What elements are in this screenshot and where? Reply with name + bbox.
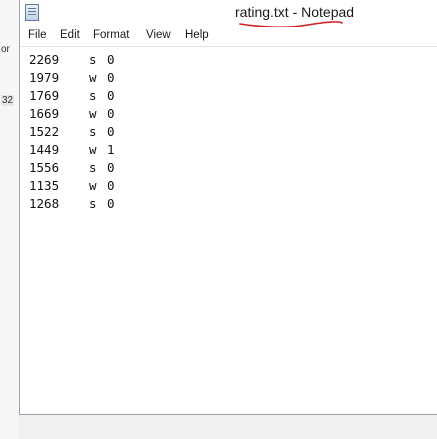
- rating-number: 1979: [29, 70, 60, 85]
- rating-number: 1522: [29, 124, 60, 139]
- rating-letter: s: [89, 52, 97, 67]
- rating-flag: 0: [107, 160, 115, 175]
- rating-number: 1449: [29, 142, 60, 157]
- rating-letter: w: [89, 178, 97, 193]
- rating-letter: s: [89, 196, 97, 211]
- rating-flag: 0: [107, 124, 115, 139]
- rating-number: 2269: [29, 52, 60, 67]
- rating-letter: s: [89, 88, 97, 103]
- rating-flag: 0: [107, 106, 115, 121]
- window-title: rating.txt - Notepad: [235, 4, 355, 20]
- rating-letter: w: [89, 142, 97, 157]
- menu-bar: File Edit Format View Help: [20, 27, 437, 47]
- rating-number: 1135: [29, 178, 60, 193]
- menu-format[interactable]: Format: [93, 29, 129, 41]
- rating-letter: w: [89, 70, 97, 85]
- rating-number: 1769: [29, 88, 60, 103]
- menu-file[interactable]: File: [28, 29, 47, 41]
- rating-letter: s: [89, 160, 97, 175]
- title-bar[interactable]: rating.txt - Notepad: [20, 0, 437, 29]
- rating-flag: 0: [107, 196, 115, 211]
- notepad-icon[interactable]: [25, 4, 39, 21]
- background-window: or 32: [0, 0, 19, 439]
- background-text-fragment: 32: [1, 95, 15, 106]
- text-editor[interactable]: 2269 s 0 1979 w 0 1769 s 0 1669 w 0 1522…: [20, 47, 437, 414]
- rating-flag: 0: [107, 52, 115, 67]
- rating-flag: 0: [107, 88, 115, 103]
- menu-edit[interactable]: Edit: [60, 29, 80, 41]
- notepad-window: rating.txt - Notepad File Edit Format Vi…: [19, 0, 437, 415]
- menu-help[interactable]: Help: [185, 29, 209, 41]
- rating-number: 1556: [29, 160, 60, 175]
- background-text-fragment: or: [1, 44, 10, 55]
- rating-number: 1268: [29, 196, 60, 211]
- menu-view[interactable]: View: [146, 29, 171, 41]
- rating-flag: 1: [107, 142, 115, 157]
- rating-flag: 0: [107, 70, 115, 85]
- background-area: [19, 415, 437, 439]
- rating-flag: 0: [107, 178, 115, 193]
- rating-letter: s: [89, 124, 97, 139]
- rating-number: 1669: [29, 106, 60, 121]
- rating-letter: w: [89, 106, 97, 121]
